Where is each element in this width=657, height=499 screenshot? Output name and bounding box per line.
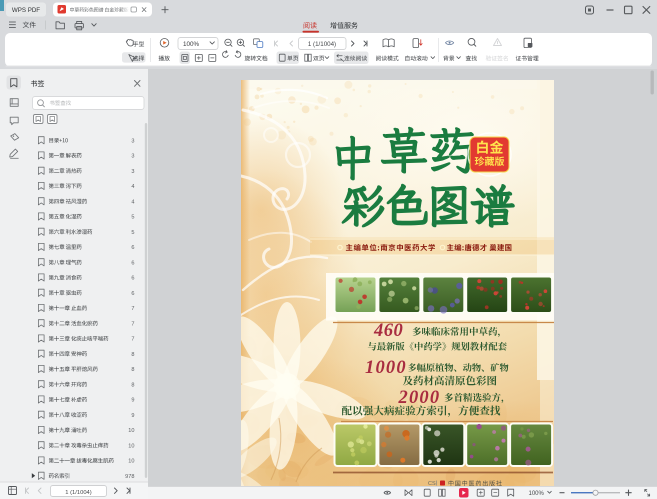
svg-text:3: 3 bbox=[131, 169, 134, 175]
svg-text:1000: 1000 bbox=[365, 358, 407, 378]
svg-text:7: 7 bbox=[131, 337, 134, 343]
svg-text:1 (1/1004): 1 (1/1004) bbox=[65, 490, 91, 496]
svg-text:8: 8 bbox=[131, 382, 134, 388]
svg-text:6: 6 bbox=[131, 276, 134, 282]
svg-text:8: 8 bbox=[131, 367, 134, 373]
svg-text:6: 6 bbox=[131, 291, 134, 297]
svg-text:10: 10 bbox=[128, 443, 134, 449]
svg-text:5: 5 bbox=[131, 230, 134, 236]
svg-text:3: 3 bbox=[131, 138, 134, 144]
svg-text:6: 6 bbox=[131, 245, 134, 251]
svg-text:4: 4 bbox=[131, 199, 134, 205]
svg-text:100%: 100% bbox=[183, 41, 200, 48]
svg-text:10: 10 bbox=[128, 459, 134, 465]
svg-text:9: 9 bbox=[131, 413, 134, 419]
svg-text:10: 10 bbox=[128, 428, 134, 434]
svg-text:1 (1/1004): 1 (1/1004) bbox=[308, 41, 336, 48]
svg-text:9: 9 bbox=[131, 398, 134, 404]
svg-text:7: 7 bbox=[131, 321, 134, 327]
svg-text:2000: 2000 bbox=[398, 388, 441, 408]
svg-text:WPS PDF: WPS PDF bbox=[12, 7, 40, 14]
svg-text:3: 3 bbox=[131, 154, 134, 160]
svg-text:6: 6 bbox=[131, 260, 134, 266]
svg-text:100%: 100% bbox=[529, 491, 545, 497]
svg-text:7: 7 bbox=[131, 306, 134, 312]
svg-text:4: 4 bbox=[131, 184, 134, 190]
svg-text:8: 8 bbox=[131, 352, 134, 358]
svg-text:5: 5 bbox=[131, 215, 134, 221]
svg-text:978: 978 bbox=[125, 474, 134, 480]
svg-text:460: 460 bbox=[373, 321, 403, 341]
